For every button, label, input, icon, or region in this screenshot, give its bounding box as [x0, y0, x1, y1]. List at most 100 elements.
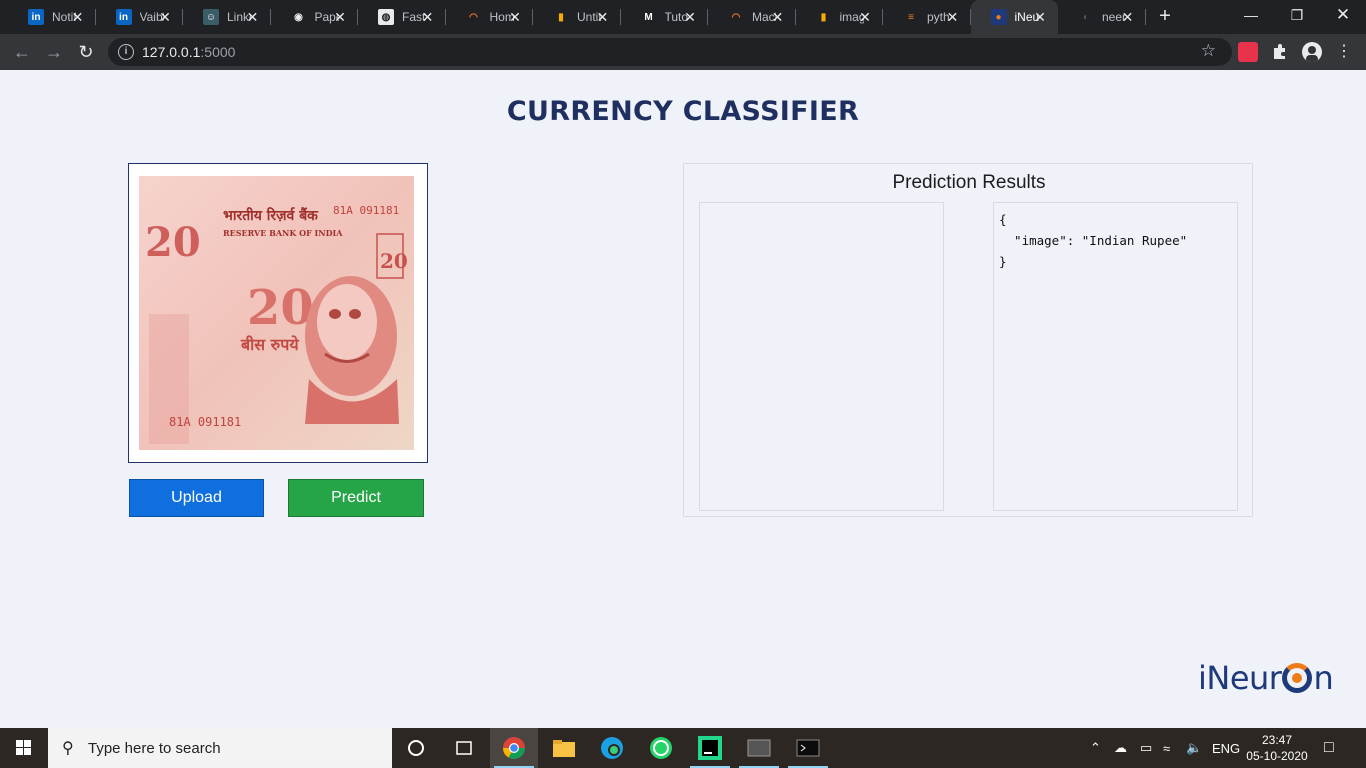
task-view-icon[interactable]: [440, 728, 488, 768]
forward-button[interactable]: →: [42, 40, 66, 64]
browser-tab[interactable]: ◠Home✕: [446, 0, 533, 34]
result-image-panel: [699, 202, 944, 511]
logo-text-prefix: iNeur: [1198, 659, 1282, 697]
taskbar-search-box[interactable]: ⚲ Type here to search: [48, 728, 392, 768]
medium-icon: M: [640, 9, 657, 25]
language-indicator[interactable]: ENG: [1212, 728, 1240, 768]
info-icon[interactable]: i: [118, 44, 134, 60]
url-text: 127.0.0.1:5000: [142, 44, 236, 60]
tab-close-icon[interactable]: ✕: [245, 9, 261, 25]
prediction-results-card: Prediction Results { "image": "Indian Ru…: [683, 163, 1253, 517]
avatar-icon: ☺: [203, 9, 219, 25]
note-serial-bottom: 81A 091181: [169, 415, 241, 429]
github-icon: ◐: [1078, 9, 1094, 25]
stackoverflow-icon: ≡: [903, 9, 919, 25]
page-content: CURRENCY CLASSIFIER 20 भारतीय रिज़र्व बै…: [0, 70, 1366, 728]
windows-start-button[interactable]: [0, 728, 48, 768]
tab-close-icon[interactable]: ✕: [157, 9, 173, 25]
results-heading: Prediction Results: [892, 172, 1046, 193]
browser-tab[interactable]: ◐ neer ✕: [1058, 0, 1146, 34]
ineuron-logo: iNeur n: [1198, 658, 1334, 698]
tab-close-icon[interactable]: ✕: [507, 9, 523, 25]
close-window-button[interactable]: ✕: [1320, 0, 1366, 30]
file-explorer-icon[interactable]: [540, 728, 588, 768]
browser-tab[interactable]: inVaibh✕: [96, 0, 183, 34]
wifi-icon[interactable]: ≈: [1163, 728, 1170, 768]
address-bar[interactable]: i 127.0.0.1:5000 ☆: [108, 38, 1232, 66]
upload-button[interactable]: Upload: [129, 479, 264, 517]
browser-toolbar: ← → ↻ i 127.0.0.1:5000 ☆ ⋮: [0, 34, 1366, 70]
bookmark-star-icon[interactable]: ☆: [1201, 41, 1216, 61]
tab-close-icon[interactable]: ✕: [1120, 9, 1136, 25]
linkedin-icon: in: [28, 9, 44, 25]
browser-tab[interactable]: M Tuto ✕: [621, 0, 708, 34]
whatsapp-icon[interactable]: [637, 728, 685, 768]
page-title: CURRENCY CLASSIFIER: [506, 96, 860, 127]
tab-close-icon[interactable]: ✕: [857, 9, 873, 25]
result-json-text: { "image": "Indian Rupee" }: [999, 212, 1188, 269]
clock-time: 23:47: [1261, 733, 1293, 747]
app-window-icon[interactable]: [735, 728, 783, 768]
browser-tab[interactable]: ◍ Fast ✕: [358, 0, 446, 34]
logo-text-suffix: n: [1313, 659, 1334, 697]
tab-close-icon[interactable]: ✕: [682, 9, 698, 25]
show-hidden-icons-chevron-icon[interactable]: ⌃: [1090, 728, 1101, 768]
terminal-icon[interactable]: [784, 728, 832, 768]
linkedin-icon: in: [115, 9, 132, 25]
browser-tab[interactable]: ● iNeu ✕: [970, 0, 1058, 34]
note-value-hindi: बीस रुपये: [240, 335, 299, 354]
note-denomination-left: 20: [145, 219, 201, 266]
profile-avatar[interactable]: [1302, 42, 1322, 62]
predict-button[interactable]: Predict: [288, 479, 424, 517]
browser-tab[interactable]: inNotifi✕: [8, 0, 96, 34]
tab-separator: [1144, 9, 1146, 25]
pycharm-icon[interactable]: [686, 728, 734, 768]
onedrive-cloud-icon[interactable]: ☁: [1114, 728, 1127, 768]
globe-icon: ◍: [378, 9, 394, 25]
chrome-taskbar-icon[interactable]: [490, 728, 538, 768]
volume-icon[interactable]: 🔈: [1186, 728, 1202, 768]
browser-tab[interactable]: ≡ pyth ✕: [883, 0, 971, 34]
note-header-hindi: भारतीय रिज़र्व बैंक: [223, 207, 319, 224]
tab-close-icon[interactable]: ✕: [420, 9, 436, 25]
tab-close-icon[interactable]: ✕: [332, 9, 348, 25]
browser-tab[interactable]: ▮ imag ✕: [796, 0, 883, 34]
jupyter-icon: ◠: [465, 9, 482, 25]
browser-tab[interactable]: ◠Mach✕: [708, 0, 796, 34]
tab-close-icon[interactable]: ✕: [595, 9, 611, 25]
menu-kebab-icon[interactable]: ⋮: [1334, 42, 1354, 62]
browser-tab-strip: inNotifi✕inVaibh✕☺Linke✕◉Paper✕◍Fast✕◠Ho…: [0, 0, 1366, 34]
portrait-illustration: [305, 276, 399, 424]
notebook-icon: ▮: [815, 9, 832, 25]
notifications-icon[interactable]: □: [1324, 728, 1334, 768]
reload-button[interactable]: ↻: [74, 40, 98, 64]
result-json-panel: { "image": "Indian Rupee" }: [993, 202, 1238, 511]
paperswithcode-icon: ◉: [290, 9, 307, 25]
maximize-button[interactable]: ❐: [1274, 0, 1320, 30]
ineuron-icon: ●: [990, 9, 1007, 25]
note-serial-top: 81A 091181: [333, 204, 399, 217]
tab-close-icon[interactable]: ✕: [945, 9, 961, 25]
taskbar-clock[interactable]: 23:47 05-10-2020: [1244, 732, 1310, 764]
browser-tab[interactable]: ◉Paper✕: [271, 0, 358, 34]
edge-icon[interactable]: [588, 728, 636, 768]
clock-date: 05-10-2020: [1246, 749, 1308, 763]
tab-close-icon[interactable]: ✕: [70, 9, 86, 25]
new-tab-button[interactable]: +: [1154, 5, 1176, 27]
back-button[interactable]: ←: [10, 40, 34, 64]
cortana-icon[interactable]: [392, 728, 440, 768]
note-denomination-right: 20: [380, 249, 408, 273]
browser-tab[interactable]: ▮ Untit ✕: [533, 0, 621, 34]
tab-close-icon[interactable]: ✕: [1032, 9, 1048, 25]
search-placeholder: Type here to search: [88, 740, 221, 757]
minimize-button[interactable]: —: [1228, 0, 1274, 30]
uploaded-image-preview: 20 भारतीय रिज़र्व बैंक RESERVE BANK OF I…: [128, 163, 428, 463]
note-denomination-center: 20: [247, 280, 314, 336]
notebook-icon: ▮: [553, 9, 569, 25]
battery-icon[interactable]: ▭: [1140, 728, 1152, 768]
windows-logo-icon: [16, 740, 31, 755]
browser-tab[interactable]: ☺Linke✕: [183, 0, 271, 34]
extensions-puzzle-icon[interactable]: [1270, 42, 1290, 62]
extension-icon[interactable]: [1238, 42, 1258, 62]
tab-close-icon[interactable]: ✕: [770, 9, 786, 25]
